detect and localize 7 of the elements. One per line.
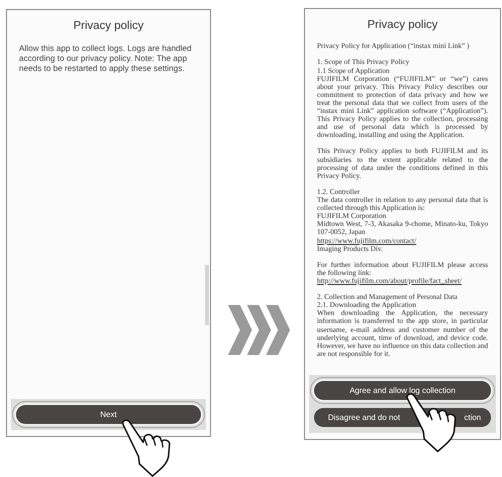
- scroll-bar: [205, 265, 209, 325]
- action-button[interactable]: Agree and allow log collection: [314, 381, 491, 400]
- description-text: Allow this app to collect logs. Logs are handled according to our privacy policy. Note: The app needs to be restarted to apply these settings.: [19, 43, 192, 74]
- chevron-arrows-icon: [228, 305, 290, 355]
- screen-title: Privacy policy: [72, 19, 145, 34]
- screen-title: Privacy policy: [366, 18, 439, 33]
- action-button[interactable]: Next: [16, 405, 201, 424]
